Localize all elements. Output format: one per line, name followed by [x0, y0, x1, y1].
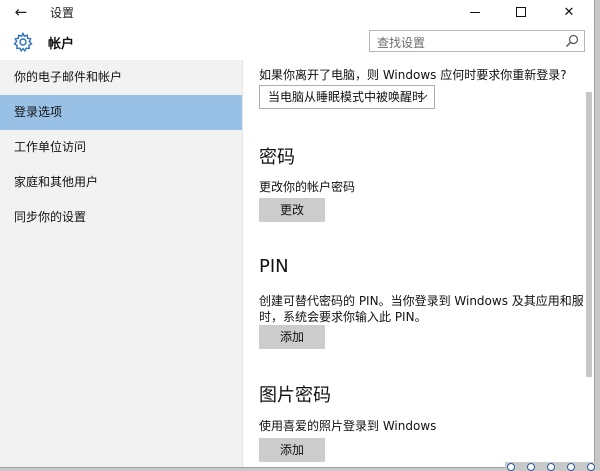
picture-password-heading: 图片密码: [259, 385, 331, 406]
close-button[interactable]: ✕: [544, 0, 594, 24]
main-content: 如果你离开了电脑，则 Windows 应何时要求你重新登录? 当电脑从睡眠模式中…: [243, 60, 594, 467]
sidebar-item-work-access[interactable]: 工作单位访问: [0, 130, 242, 165]
require-signin-question: 如果你离开了电脑，则 Windows 应何时要求你重新登录?: [259, 68, 567, 82]
taskbar-tray: [505, 462, 600, 471]
tray-icon[interactable]: [567, 463, 575, 471]
back-button[interactable]: ←: [8, 2, 34, 22]
pin-description-line2: 时，系统会要求你输入此 PIN。: [259, 310, 427, 324]
password-description: 更改你的帐户密码: [259, 180, 356, 194]
tray-icon[interactable]: [527, 463, 535, 471]
pin-description-line1: 创建可替代密码的 PIN。当你登录到 Windows 及其应用和服务: [259, 294, 595, 308]
require-signin-dropdown[interactable]: 当电脑从睡眠模式中被唤醒时: [259, 85, 435, 109]
minimize-icon: [470, 11, 480, 13]
sidebar-item-email-accounts[interactable]: 你的电子邮件和帐户: [0, 60, 242, 95]
search-placeholder: 查找设置: [377, 36, 426, 50]
require-signin-selected: 当电脑从睡眠模式中被唤醒时: [268, 90, 425, 104]
sidebar-item-sync-settings[interactable]: 同步你的设置: [0, 200, 242, 235]
window-title: 设置: [50, 6, 75, 20]
chevron-down-icon: [418, 94, 428, 100]
gear-icon: [13, 32, 33, 52]
change-password-button[interactable]: 更改: [259, 198, 325, 222]
minimize-button[interactable]: [452, 0, 498, 24]
picture-password-description: 使用喜爱的照片登录到 Windows: [259, 419, 437, 433]
page-header: 帐户 查找设置: [0, 24, 594, 60]
tray-icon[interactable]: [507, 463, 515, 471]
page-title: 帐户: [48, 37, 75, 52]
password-heading: 密码: [259, 147, 295, 168]
sidebar-item-family-users[interactable]: 家庭和其他用户: [0, 165, 242, 200]
maximize-icon: [516, 7, 526, 17]
search-icon[interactable]: [565, 34, 579, 48]
sidebar: 你的电子邮件和帐户 登录选项 工作单位访问 家庭和其他用户 同步你的设置: [0, 60, 243, 467]
close-icon: ✕: [563, 4, 575, 20]
settings-window: ← 设置 ✕ 帐户 查找设置 你的电子邮件和帐户 登录选项 工作单位访问 家庭和…: [0, 0, 595, 468]
title-bar: ← 设置 ✕: [0, 0, 594, 24]
sidebar-item-sign-in-options[interactable]: 登录选项: [0, 95, 242, 130]
add-picture-password-button[interactable]: 添加: [259, 438, 325, 462]
tray-icon[interactable]: [587, 463, 595, 471]
add-pin-button[interactable]: 添加: [259, 325, 325, 349]
tray-icon[interactable]: [547, 463, 555, 471]
scrollbar-thumb[interactable]: [586, 92, 592, 377]
pin-heading: PIN: [259, 256, 289, 277]
maximize-button[interactable]: [498, 0, 544, 24]
search-input[interactable]: 查找设置: [369, 30, 585, 52]
